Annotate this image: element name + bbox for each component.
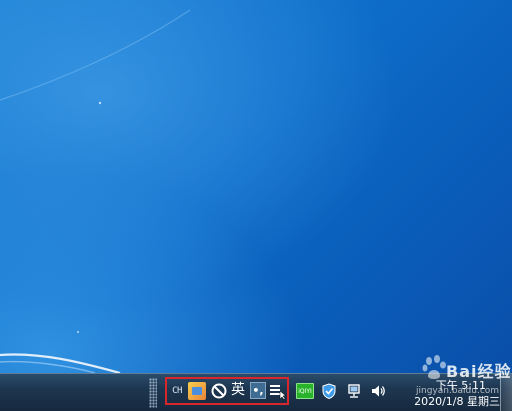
- clock-time[interactable]: 下午 5:11: [410, 377, 486, 393]
- desktop-background: [0, 0, 512, 373]
- volume-icon[interactable]: [369, 382, 387, 400]
- language-bar-grip[interactable]: [149, 378, 157, 408]
- input-mode-button[interactable]: 英: [229, 381, 247, 400]
- network-icon[interactable]: [345, 382, 363, 400]
- green-app-icon[interactable]: iQIYI: [296, 383, 314, 399]
- language-indicator[interactable]: CH: [169, 383, 185, 399]
- ime-logo-icon[interactable]: [188, 382, 206, 400]
- show-desktop-button[interactable]: [500, 374, 512, 411]
- soft-keyboard-icon[interactable]: [268, 382, 286, 400]
- punctuation-mode-button[interactable]: •,: [250, 382, 266, 399]
- shield-icon[interactable]: [320, 382, 338, 400]
- wallpaper-light-streaks: [0, 9, 191, 373]
- no-symbol-icon[interactable]: [210, 382, 228, 400]
- clock-date[interactable]: 2020/1/8 星期三: [400, 393, 500, 409]
